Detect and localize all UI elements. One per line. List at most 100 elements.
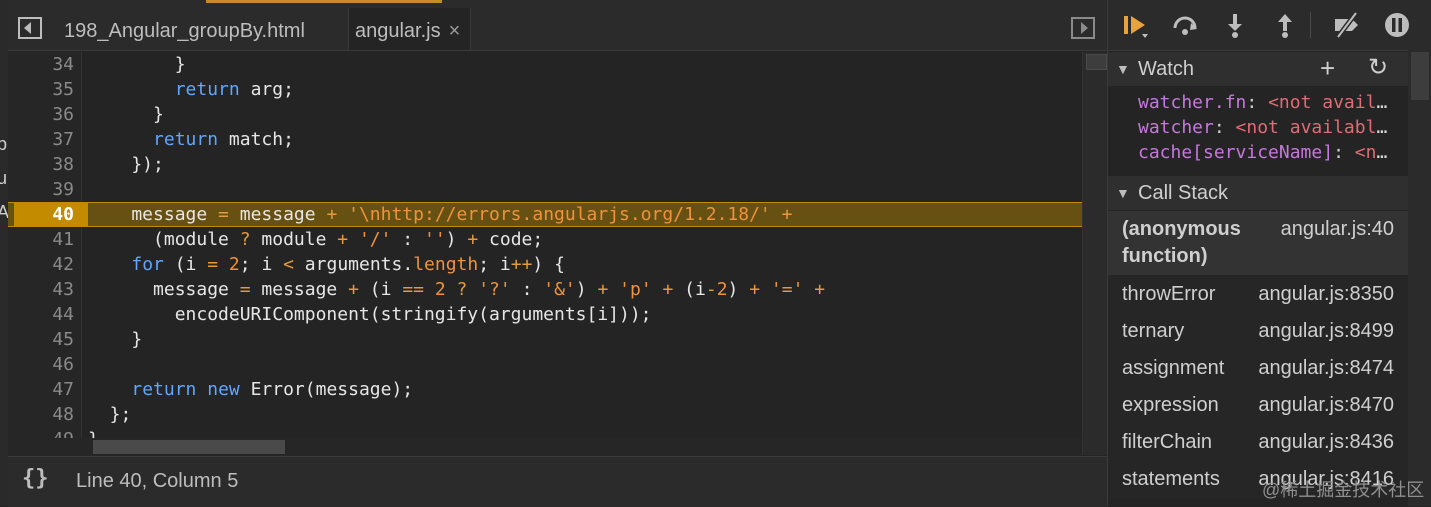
line-number[interactable]: 37	[8, 127, 74, 152]
call-frame[interactable]: ternary angular.js:8499	[1108, 313, 1408, 350]
call-frame-location[interactable]: angular.js:8474	[1258, 357, 1394, 380]
vertical-scrollbar[interactable]	[1082, 52, 1108, 455]
cursor-position: Line 40, Column 5	[76, 470, 239, 492]
code-line[interactable]: 36 }	[8, 102, 1082, 127]
code-line[interactable]: 37 return match;	[8, 127, 1082, 152]
line-number[interactable]: 43	[8, 277, 74, 302]
sidebar-scrollbar[interactable]	[1408, 50, 1431, 506]
step-into-icon[interactable]	[1220, 10, 1250, 40]
line-number[interactable]: 39	[8, 177, 74, 202]
tab-angular-js[interactable]: angular.js ×	[348, 8, 472, 50]
deactivate-breakpoints-icon[interactable]	[1332, 10, 1362, 40]
call-frame-location[interactable]: angular.js:8470	[1258, 394, 1394, 417]
code-line[interactable]: 44 encodeURIComponent(stringify(argument…	[8, 302, 1082, 327]
step-over-icon[interactable]	[1170, 10, 1200, 40]
line-number[interactable]: 48	[8, 402, 74, 427]
sidebar-scroll-thumb[interactable]	[1411, 52, 1429, 100]
code-line[interactable]: 48 };	[8, 402, 1082, 427]
toggle-debugger-icon[interactable]	[1071, 17, 1095, 39]
horizontal-scrollbar[interactable]	[8, 438, 1082, 456]
callstack-section-header[interactable]: ▼ Call Stack	[1108, 176, 1408, 210]
line-number[interactable]: 35	[8, 77, 74, 102]
watch-expression[interactable]: watcher: <not available>	[1138, 115, 1398, 140]
vertical-scroll-thumb[interactable]	[1086, 54, 1107, 70]
watch-value: <not available>	[1268, 92, 1398, 113]
code-line[interactable]: 46	[8, 352, 1082, 377]
watch-title: Watch	[1138, 58, 1194, 80]
code-text: }	[88, 104, 164, 125]
code-line-paused[interactable]: 40 message = message + '\nhttp://errors.…	[8, 202, 1082, 227]
horizontal-scroll-thumb[interactable]	[93, 440, 285, 454]
watch-separator: :	[1213, 117, 1236, 138]
code-text: });	[88, 154, 164, 175]
code-text: (module ? module + '/' : '') + code;	[88, 229, 544, 250]
resume-icon[interactable]	[1120, 10, 1150, 40]
tab-bar: 198_Angular_groupBy.html angular.js ×	[8, 0, 1107, 51]
code-text: for (i = 2; i < arguments.length; i++) {	[131, 254, 565, 275]
call-frame-function: expression	[1122, 394, 1219, 416]
pause-on-exceptions-icon[interactable]	[1382, 10, 1412, 40]
code-line[interactable]: 39	[8, 177, 1082, 202]
left-fragment-2: ul	[0, 168, 8, 188]
watch-name: watcher	[1138, 117, 1214, 138]
line-number[interactable]: 46	[8, 352, 74, 377]
line-number[interactable]: 36	[8, 102, 74, 127]
line-number[interactable]: 47	[8, 377, 74, 402]
pretty-print-button[interactable]: {}	[22, 466, 49, 491]
call-frame-location[interactable]: angular.js:8436	[1258, 431, 1394, 454]
status-bar: {} Line 40, Column 5	[8, 456, 1107, 507]
expand-triangle-icon: ▼	[1116, 185, 1130, 201]
call-frame-location[interactable]: angular.js:8499	[1258, 320, 1394, 343]
watch-expression[interactable]: watcher.fn: <not available>	[1138, 90, 1398, 115]
refresh-watch-icon[interactable]: ↻	[1368, 51, 1388, 85]
code-line[interactable]: 38 });	[8, 152, 1082, 177]
watch-section-header[interactable]: ▼ Watch + ↻	[1108, 52, 1408, 86]
line-number[interactable]: 41	[8, 227, 74, 252]
code-text: return arg;	[174, 79, 294, 100]
line-number[interactable]: 42	[8, 252, 74, 277]
watch-expression[interactable]: cache[serviceName]: <not available>	[1138, 140, 1398, 165]
close-icon[interactable]: ×	[449, 20, 461, 42]
left-fragment-1: p	[0, 134, 8, 154]
active-tab-accent	[206, 0, 442, 3]
toggle-navigator-icon[interactable]	[18, 17, 42, 39]
code-line[interactable]: 41 (module ? module + '/' : '') + code;	[8, 227, 1082, 252]
code-text: return match;	[153, 129, 294, 150]
code-line[interactable]: 35 return arg;	[8, 77, 1082, 102]
watch-name: watcher.fn	[1138, 92, 1247, 113]
code-line[interactable]: 45 }	[8, 327, 1082, 352]
code-line[interactable]: 43 message = message + (i == 2 ? '?' : '…	[8, 277, 1082, 302]
call-frame-function: assignment	[1122, 357, 1225, 379]
watch-name: cache[serviceName]	[1138, 142, 1334, 163]
code-area[interactable]: 34 } 35 return arg; 36 } 37 return match; 38…	[8, 52, 1082, 455]
call-frame[interactable]: assignment angular.js:8474	[1108, 350, 1408, 387]
code-line[interactable]: 42 for (i = 2; i < arguments.length; i++…	[8, 252, 1082, 277]
callstack-title: Call Stack	[1138, 182, 1229, 204]
call-frame-location[interactable]: angular.js:8350	[1258, 283, 1394, 306]
code-line[interactable]: 34 }	[8, 52, 1082, 77]
call-frame-function: filterChain	[1122, 431, 1213, 453]
call-frame-function: (anonymous function)	[1122, 218, 1241, 267]
line-number[interactable]: 40	[8, 203, 74, 226]
call-frame[interactable]: filterChain angular.js:8436	[1108, 424, 1408, 461]
watch-separator: :	[1333, 142, 1355, 163]
code-line[interactable]: 47 return new Error(message);	[8, 377, 1082, 402]
watch-value: <not available>	[1354, 142, 1398, 163]
call-frame[interactable]: (anonymous function) angular.js:40	[1108, 211, 1408, 275]
watch-value: <not available>	[1235, 117, 1398, 138]
call-frame[interactable]: expression angular.js:8470	[1108, 387, 1408, 424]
line-number[interactable]: 38	[8, 152, 74, 177]
tab-label: 198_Angular_groupBy.html	[64, 20, 305, 42]
add-watch-icon[interactable]: +	[1320, 51, 1335, 85]
line-number[interactable]: 44	[8, 302, 74, 327]
call-frame[interactable]: throwError angular.js:8350	[1108, 276, 1408, 313]
code-text: encodeURIComponent(stringify(arguments[i…	[88, 304, 652, 325]
call-frame-location[interactable]: angular.js:40	[1281, 218, 1394, 241]
step-out-icon[interactable]	[1270, 10, 1300, 40]
line-number[interactable]: 45	[8, 327, 74, 352]
line-number[interactable]: 34	[8, 52, 74, 77]
toolbar-divider	[1310, 12, 1311, 38]
tab-groupby-html[interactable]: 198_Angular_groupBy.html	[64, 8, 305, 50]
code-text: };	[88, 404, 132, 425]
code-text: message = message + (i == 2 ? '?' : '&')…	[88, 279, 826, 300]
